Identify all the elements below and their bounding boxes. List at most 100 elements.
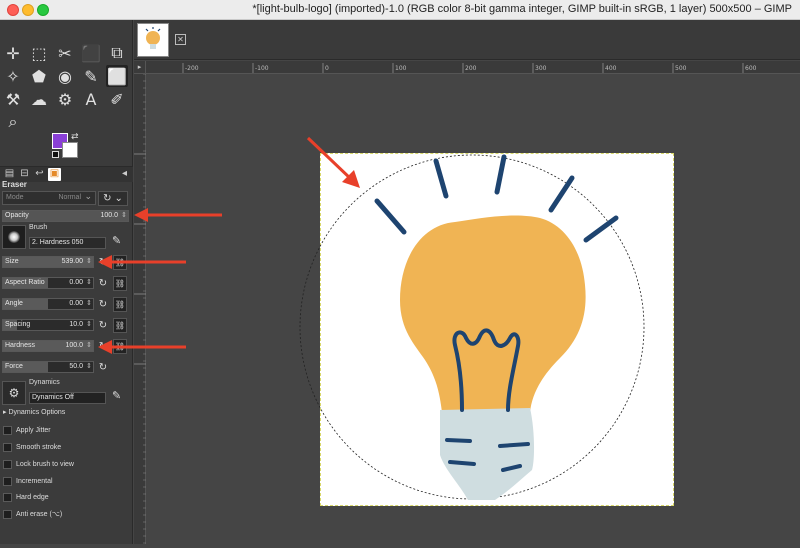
spin-arrows-icon[interactable]: ⇕ — [121, 211, 127, 219]
checkbox-box[interactable] — [3, 509, 12, 519]
ruler-tick-label: 300 — [535, 65, 547, 72]
checkbox-label: Apply Jitter — [16, 426, 51, 434]
vertical-ruler[interactable] — [134, 73, 146, 544]
edit-dynamics-icon[interactable]: ✎ — [112, 389, 121, 402]
smooth-stroke-checkbox[interactable]: Smooth stroke — [3, 441, 61, 453]
reset-angle-icon[interactable]: ↻ — [97, 298, 109, 310]
opacity-label: Opacity — [5, 212, 29, 219]
zoom-tool-icon[interactable]: ⌕ — [2, 111, 24, 133]
default-colors-icon[interactable] — [52, 151, 59, 158]
reset-mode-icon: ↻ — [103, 193, 112, 204]
checkbox-box[interactable] — [3, 476, 12, 486]
dynamics-name-field[interactable]: Dynamics Off — [29, 392, 106, 404]
close-image-tab-icon[interactable]: ✕ — [175, 34, 186, 45]
incremental-checkbox[interactable]: Incremental — [3, 475, 53, 487]
smudge-tool-icon[interactable]: ☁ — [28, 88, 50, 110]
anti-erase-checkbox[interactable]: Anti erase (⌥) — [3, 508, 62, 520]
spin-arrows-icon[interactable]: ⇕ — [86, 299, 92, 307]
dock-menu-icon[interactable]: ◂ — [118, 168, 131, 181]
force-value: 50.0 — [69, 363, 83, 370]
brush-preview[interactable] — [2, 225, 26, 249]
zoom-window-button[interactable] — [37, 4, 49, 16]
reset-aspect-ratio-icon[interactable]: ↻ — [97, 277, 109, 289]
image-tab-thumbnail[interactable] — [137, 23, 169, 57]
warp-transform-tool-icon[interactable]: ⬟ — [28, 65, 50, 87]
image-canvas[interactable] — [320, 153, 674, 506]
color-picker-tool-icon[interactable]: ✐ — [106, 88, 128, 110]
foreground-select-tool-icon[interactable]: ⬛ — [80, 42, 102, 64]
checkbox-label: Lock brush to view — [16, 460, 74, 468]
opacity-slider[interactable]: Opacity 100.0 ⇕ — [2, 210, 129, 222]
force-label: Force — [5, 363, 23, 370]
crop-tool-icon[interactable]: ⧉ — [106, 42, 128, 64]
lightbulb-thumbnail-icon — [145, 27, 161, 49]
dynamics-options-expander[interactable]: ▸ Dynamics Options — [3, 408, 65, 416]
reset-spacing-icon[interactable]: ↻ — [97, 319, 109, 331]
angle-slider[interactable]: Angle 0.00 ⇕ — [2, 298, 94, 310]
dynamics-preview-icon[interactable]: ⚙ — [2, 381, 26, 405]
link-angle-icon[interactable]: ⛓ — [113, 297, 127, 312]
mode-options-button[interactable]: ↻ ⌄ — [98, 191, 128, 206]
move-tool-icon[interactable]: ✛ — [2, 42, 24, 64]
undo-history-tab-icon[interactable]: ↩ — [33, 168, 46, 181]
force-slider[interactable]: Force 50.0 ⇕ — [2, 361, 94, 373]
bucket-fill-tool-icon[interactable]: ◉ — [54, 65, 76, 87]
checkbox-box[interactable] — [3, 442, 12, 452]
spacing-label: Spacing — [5, 321, 31, 328]
size-slider[interactable]: Size 539.00 ⇕ — [2, 256, 94, 268]
spacing-slider[interactable]: Spacing 10.0 ⇕ — [2, 319, 94, 331]
checkbox-box[interactable] — [3, 492, 12, 502]
unified-transform-tool-icon[interactable]: ✧ — [2, 65, 24, 87]
aspect-ratio-value: 0.00 — [69, 279, 83, 286]
spin-arrows-icon[interactable]: ⇕ — [86, 341, 92, 349]
reset-size-icon[interactable]: ↻ — [97, 256, 109, 268]
reset-hardness-icon[interactable]: ↻ — [97, 340, 109, 352]
checkbox-box[interactable] — [3, 425, 12, 435]
swap-colors-icon[interactable]: ⇄ — [71, 132, 79, 142]
rect-select-tool-icon[interactable]: ⬚ — [28, 42, 50, 64]
spin-arrows-icon[interactable]: ⇕ — [86, 257, 92, 265]
close-window-button[interactable] — [7, 4, 19, 16]
link-spacing-icon[interactable]: ⛓ — [113, 318, 127, 333]
spin-arrows-icon[interactable]: ⇕ — [86, 320, 92, 328]
lock-brush-checkbox[interactable]: Lock brush to view — [3, 458, 74, 470]
checkbox-box[interactable] — [3, 459, 12, 469]
background-color-swatch[interactable] — [62, 142, 78, 158]
mode-value: Normal — [58, 194, 81, 201]
images-tab-icon[interactable]: ▣ — [48, 168, 61, 181]
quick-mask-menu-icon[interactable]: ▸ — [134, 61, 146, 74]
link-size-icon[interactable]: ⛓ — [113, 255, 127, 270]
clone-tool-icon[interactable]: ⚒ — [2, 88, 24, 110]
size-value: 539.00 — [61, 258, 83, 265]
edit-brush-icon[interactable]: ✎ — [112, 234, 121, 247]
aspect-ratio-slider[interactable]: Aspect Ratio 0.00 ⇕ — [2, 277, 94, 289]
brush-name-field[interactable]: 2. Hardness 050 — [29, 237, 106, 249]
dodge-burn-tool-icon[interactable]: ⚙ — [54, 88, 76, 110]
ruler-tick-label: -100 — [255, 65, 269, 72]
mode-label: Mode — [6, 194, 24, 201]
hard-edge-checkbox[interactable]: Hard edge — [3, 491, 49, 503]
size-label: Size — [5, 258, 19, 265]
minimize-window-button[interactable] — [22, 4, 34, 16]
tool-options-title: Eraser — [2, 180, 27, 189]
link-hardness-icon[interactable]: ⛓ — [113, 339, 127, 354]
reset-force-icon[interactable]: ↻ — [97, 361, 109, 373]
paintbrush-tool-icon[interactable]: ✎ — [80, 65, 102, 87]
hardness-slider[interactable]: Hardness 100.0 ⇕ — [2, 340, 94, 352]
checkbox-label: Smooth stroke — [16, 443, 62, 451]
dynamics-caption: Dynamics — [29, 379, 60, 386]
ruler-tick-label: 400 — [605, 65, 617, 72]
mode-select[interactable]: Mode Normal ⌄ — [2, 191, 96, 205]
expander-arrow-icon: ▸ — [3, 409, 7, 416]
ruler-tick-label: 500 — [675, 65, 687, 72]
apply-jitter-checkbox[interactable]: Apply Jitter — [3, 424, 51, 436]
text-tool-icon[interactable]: A — [80, 88, 102, 110]
scissors-tool-icon[interactable]: ✂ — [54, 42, 76, 64]
brush-caption: Brush — [29, 224, 48, 231]
link-aspect-ratio-icon[interactable]: ⛓ — [113, 276, 127, 291]
spin-arrows-icon[interactable]: ⇕ — [86, 362, 92, 370]
horizontal-ruler[interactable]: -200 -100 0 100 200 300 400 500 600 — [146, 61, 800, 74]
eraser-tool-icon[interactable]: ⬜ — [106, 65, 128, 87]
spin-arrows-icon[interactable]: ⇕ — [86, 278, 92, 286]
image-tab-bar: ✕ — [134, 20, 800, 60]
